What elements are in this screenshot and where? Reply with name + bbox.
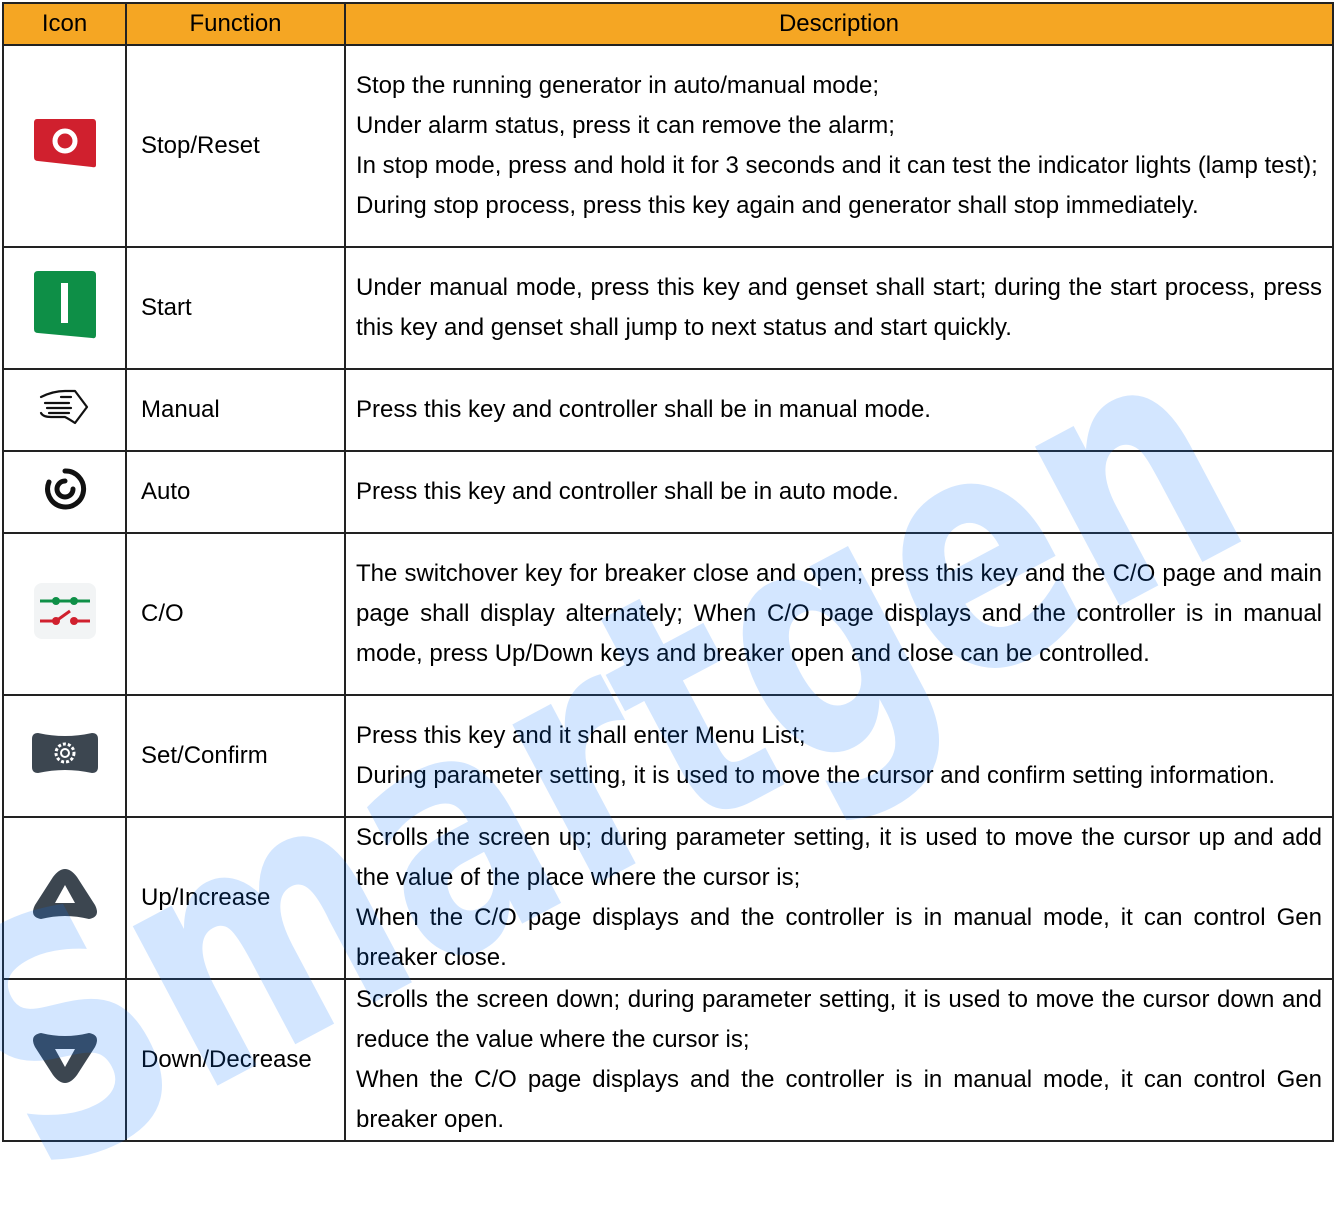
stop-reset-icon xyxy=(32,117,98,169)
function-label: Down/Decrease xyxy=(125,978,346,1142)
table-header-row: Icon Function Description xyxy=(2,2,1334,46)
header-icon: Icon xyxy=(2,2,127,46)
table-row: C/O The switchover key for breaker close… xyxy=(2,532,1334,696)
description-line: In stop mode, press and hold it for 3 se… xyxy=(356,152,1318,179)
description-cell: Stop the running generator in auto/manua… xyxy=(344,44,1334,248)
description-line: Scrolls the screen up; during parameter … xyxy=(356,824,1322,891)
table-row: Down/Decrease Scrolls the screen down; d… xyxy=(2,978,1334,1142)
description-line: The switchover key for breaker close and… xyxy=(356,560,1322,667)
table-row: Auto Press this key and controller shall… xyxy=(2,450,1334,534)
description-line: Press this key and controller shall be i… xyxy=(356,478,899,505)
manual-hand-icon xyxy=(35,383,95,431)
description-line: Scrolls the screen down; during paramete… xyxy=(356,986,1322,1053)
description-cell: Press this key and it shall enter Menu L… xyxy=(344,694,1334,818)
table-row: Stop/Reset Stop the running generator in… xyxy=(2,44,1334,248)
description-line: When the C/O page displays and the contr… xyxy=(356,1066,1322,1133)
function-label: Auto xyxy=(125,450,346,534)
function-label: Manual xyxy=(125,368,346,452)
description-line: Stop the running generator in auto/manua… xyxy=(356,72,880,99)
description-line: Under alarm status, press it can remove … xyxy=(356,112,895,139)
table-row: Start Under manual mode, press this key … xyxy=(2,246,1334,370)
description-cell: Under manual mode, press this key and ge… xyxy=(344,246,1334,370)
table-row: Up/Increase Scrolls the screen up; durin… xyxy=(2,816,1334,980)
description-line: Press this key and it shall enter Menu L… xyxy=(356,722,806,749)
table-row: Manual Press this key and controller sha… xyxy=(2,368,1334,452)
description-line: During stop process, press this key agai… xyxy=(356,192,1199,219)
set-confirm-gear-icon xyxy=(30,731,100,775)
description-line: Under manual mode, press this key and ge… xyxy=(356,274,1322,341)
up-arrow-icon xyxy=(31,867,99,923)
key-function-table: Icon Function Description Stop/Reset Sto… xyxy=(2,2,1334,1142)
function-label: Start xyxy=(125,246,346,370)
description-cell: Press this key and controller shall be i… xyxy=(344,368,1334,452)
function-label: Stop/Reset xyxy=(125,44,346,248)
description-cell: Press this key and controller shall be i… xyxy=(344,450,1334,534)
header-function: Function xyxy=(125,2,346,46)
header-description: Description xyxy=(344,2,1334,46)
function-label: Set/Confirm xyxy=(125,694,346,818)
description-line: When the C/O page displays and the contr… xyxy=(356,904,1322,971)
description-line: During parameter setting, it is used to … xyxy=(356,762,1276,789)
function-label: Up/Increase xyxy=(125,816,346,980)
description-line: Press this key and controller shall be i… xyxy=(356,396,931,423)
changeover-breaker-icon xyxy=(33,582,96,639)
down-arrow-icon xyxy=(31,1029,99,1085)
description-cell: Scrolls the screen up; during parameter … xyxy=(344,816,1334,980)
start-icon xyxy=(32,269,98,341)
auto-icon xyxy=(40,464,90,514)
description-cell: Scrolls the screen down; during paramete… xyxy=(344,978,1334,1142)
description-cell: The switchover key for breaker close and… xyxy=(344,532,1334,696)
table-row: Set/Confirm Press this key and it shall … xyxy=(2,694,1334,818)
function-label: C/O xyxy=(125,532,346,696)
